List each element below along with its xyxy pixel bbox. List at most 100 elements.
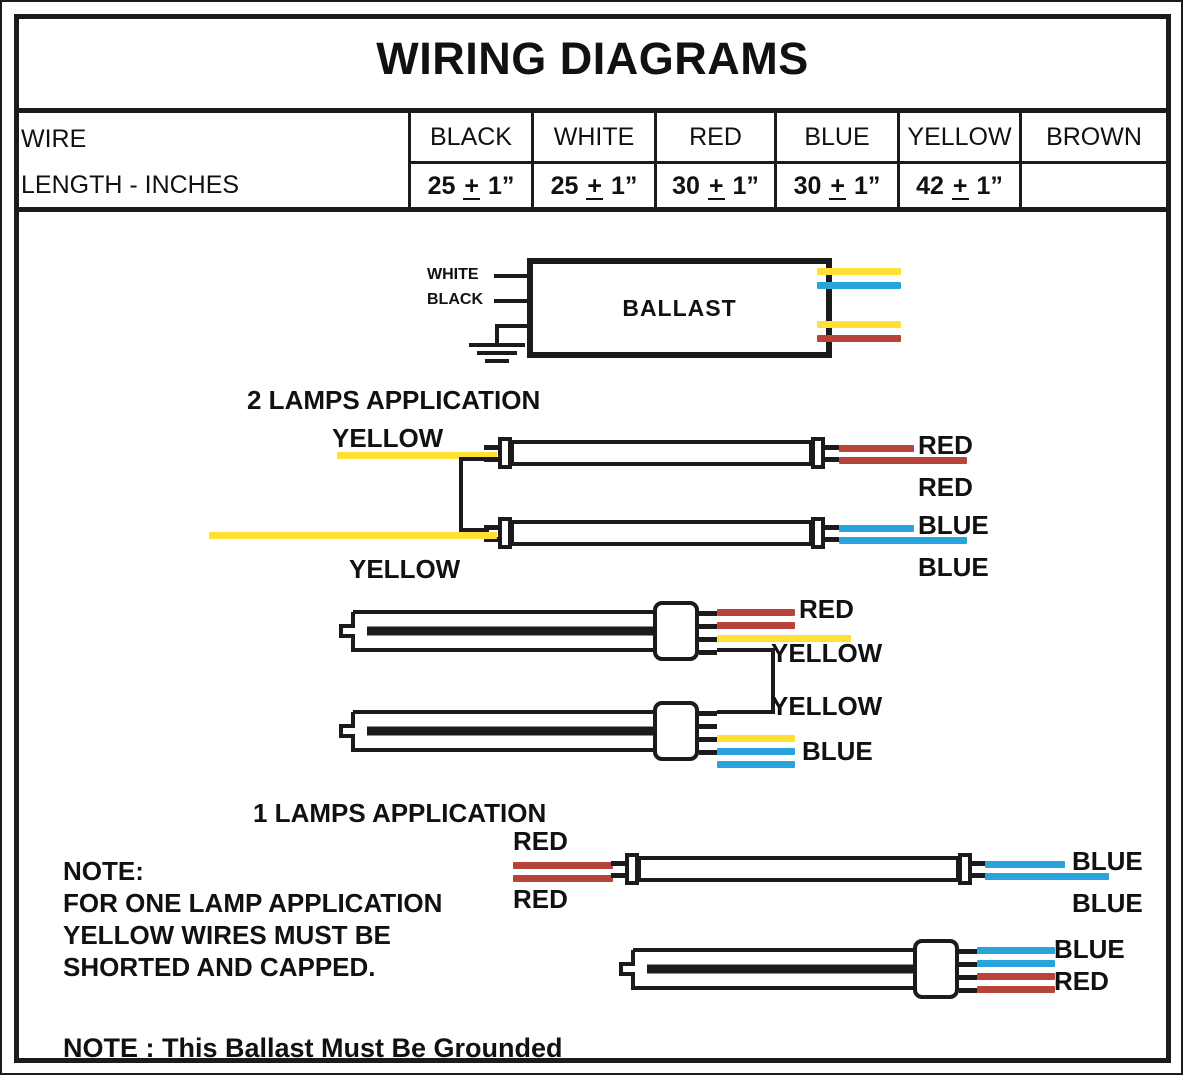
note-heading: NOTE: [63,856,144,886]
cfl-3-tube-shape [619,948,957,990]
note-line-1: FOR ONE LAMP APPLICATION [63,888,443,918]
note-line-3: SHORTED AND CAPPED. [63,952,376,982]
cfl-1-label-yellow: YELLOW [771,638,883,668]
ground-bar-1 [469,343,525,347]
cfl-lamp-1 [339,601,717,661]
cfl-jumper-top [717,648,775,652]
cfl-lamp-2 [339,701,717,761]
cfl-2-wire-blue-1 [717,748,795,755]
lamp-2-pin-right-bottom [823,537,839,542]
plus-minus-icon-blue: + [829,172,846,200]
lamp-3-pin-left-top [611,861,627,866]
two-lamp-jumper-vertical [459,457,463,532]
cfl-2-pin-3 [699,737,717,742]
cfl-1-base [653,601,699,661]
lamp-3-cap-left [625,853,639,885]
cfl-3-pin-4 [959,988,977,993]
ballast-input-white-label: WHITE [427,266,479,283]
two-lamp-wire-red-bottom [839,457,967,464]
value-number-black: 25 [427,172,456,200]
lamp-1-cap-right [811,437,825,469]
two-lamp-right-fourth-label: BLUE [918,552,989,582]
lamp-3-tube [637,856,960,882]
ballast-lead-black [494,299,530,303]
two-lamp-wire-red-top [839,445,914,452]
linear-lamp-3 [611,853,986,885]
cfl-1-tube-shape [339,610,697,652]
lamp-3-pin-right-bottom [970,873,986,878]
table-value-red: 30 + 1” [657,164,774,209]
cfl-1-pin-4 [699,650,717,655]
ballast-lead-white [494,274,530,278]
value-tol-blue: 1” [853,172,881,200]
table-header-red: RED [689,122,742,151]
ballast-box: BALLAST [527,258,832,358]
ground-lead-horizontal [495,324,531,328]
ballast-output-wire-blue-1 [817,282,901,289]
cfl-2-label-blue: BLUE [802,736,873,766]
cfl-3-pin-3 [959,975,977,980]
two-lamps-heading: 2 LAMPS APPLICATION [247,385,541,415]
value-tol-white: 1” [610,172,638,200]
lamp-1-pin-right-bottom [823,457,839,462]
ballast-label: BALLAST [622,294,737,321]
two-lamp-right-second-label: RED [918,472,973,502]
two-lamp-wire-blue-top [839,525,914,532]
plus-minus-icon-white: + [586,172,603,200]
table-row-label: WIRE LENGTH - INCHES [15,113,408,207]
diagram-canvas: WHITE BLACK BALLAST 2 LAMPS APPLICATION … [19,212,1166,1063]
lamp-2-cap-right [811,517,825,549]
ballast-input-black-label: BLACK [427,291,483,308]
two-lamp-wire-yellow-bottom [209,532,497,539]
linear-lamp-1 [484,437,839,469]
two-lamp-wire-blue-bottom [839,537,967,544]
lamp-3-pin-right-top [970,861,986,866]
cfl-jumper-bottom [717,710,775,714]
table-value-yellow: 42 + 1” [900,164,1019,209]
plus-minus-icon-red: + [707,172,725,200]
cfl-2-pin-1 [699,711,717,716]
ballast-output-wire-yellow-2 [817,321,901,328]
value-tol-black: 1” [487,172,515,200]
cfl-2-wire-blue-2 [717,761,795,768]
cfl-lamp-3 [619,939,977,999]
table-value-black: 25 + 1” [411,164,531,209]
two-lamp-jumper-top [459,457,489,461]
cfl-3-wire-blue-1 [977,947,1055,954]
linear-lamp-2 [484,517,839,549]
wiring-diagram-page: WIRING DIAGRAMS WIRE LENGTH - INCHES BLA… [0,0,1183,1075]
table-header-yellow: YELLOW [907,122,1012,151]
one-lamp-wire-red-bottom [513,875,613,882]
value-number-red: 30 [672,172,700,200]
table-header-brown: BROWN [1046,122,1142,151]
cfl-2-label-yellow: YELLOW [771,691,883,721]
row-label-length: LENGTH - INCHES [21,171,240,199]
lamp-2-pin-right-top [823,525,839,530]
table-value-white: 25 + 1” [534,164,654,209]
cfl-1-wire-red-2 [717,622,795,629]
cfl-2-base [653,701,699,761]
cfl-1-pin-3 [699,637,717,642]
cfl-3-base [913,939,959,999]
two-lamp-left-bottom-label: YELLOW [349,554,461,584]
table-header-blue: BLUE [804,122,870,151]
cfl-2-pin-2 [699,724,717,729]
row-label-wire: WIRE [21,125,87,153]
one-lamp-left-top-label: RED [513,826,568,856]
cfl-2-wire-yellow [717,735,795,742]
cfl-1-label-red: RED [799,594,854,624]
cfl-3-wire-red-2 [977,986,1055,993]
cfl-2-tube-shape [339,710,697,752]
value-number-yellow: 42 [916,172,944,200]
lamp-1-cap-left [498,437,512,469]
cfl-1-wire-red-1 [717,609,795,616]
table-header-black: BLACK [430,122,512,151]
plus-minus-icon-yellow: + [951,172,969,200]
diagram-frame: WIRING DIAGRAMS WIRE LENGTH - INCHES BLA… [14,14,1171,1063]
cfl-3-pin-1 [959,949,977,954]
value-tol-red: 1” [732,172,759,200]
cfl-1-pin-2 [699,624,717,629]
cfl-3-label-blue: BLUE [1054,934,1125,964]
page-title: WIRING DIAGRAMS [376,33,809,84]
lamp-1-pin-left-top [484,445,500,450]
